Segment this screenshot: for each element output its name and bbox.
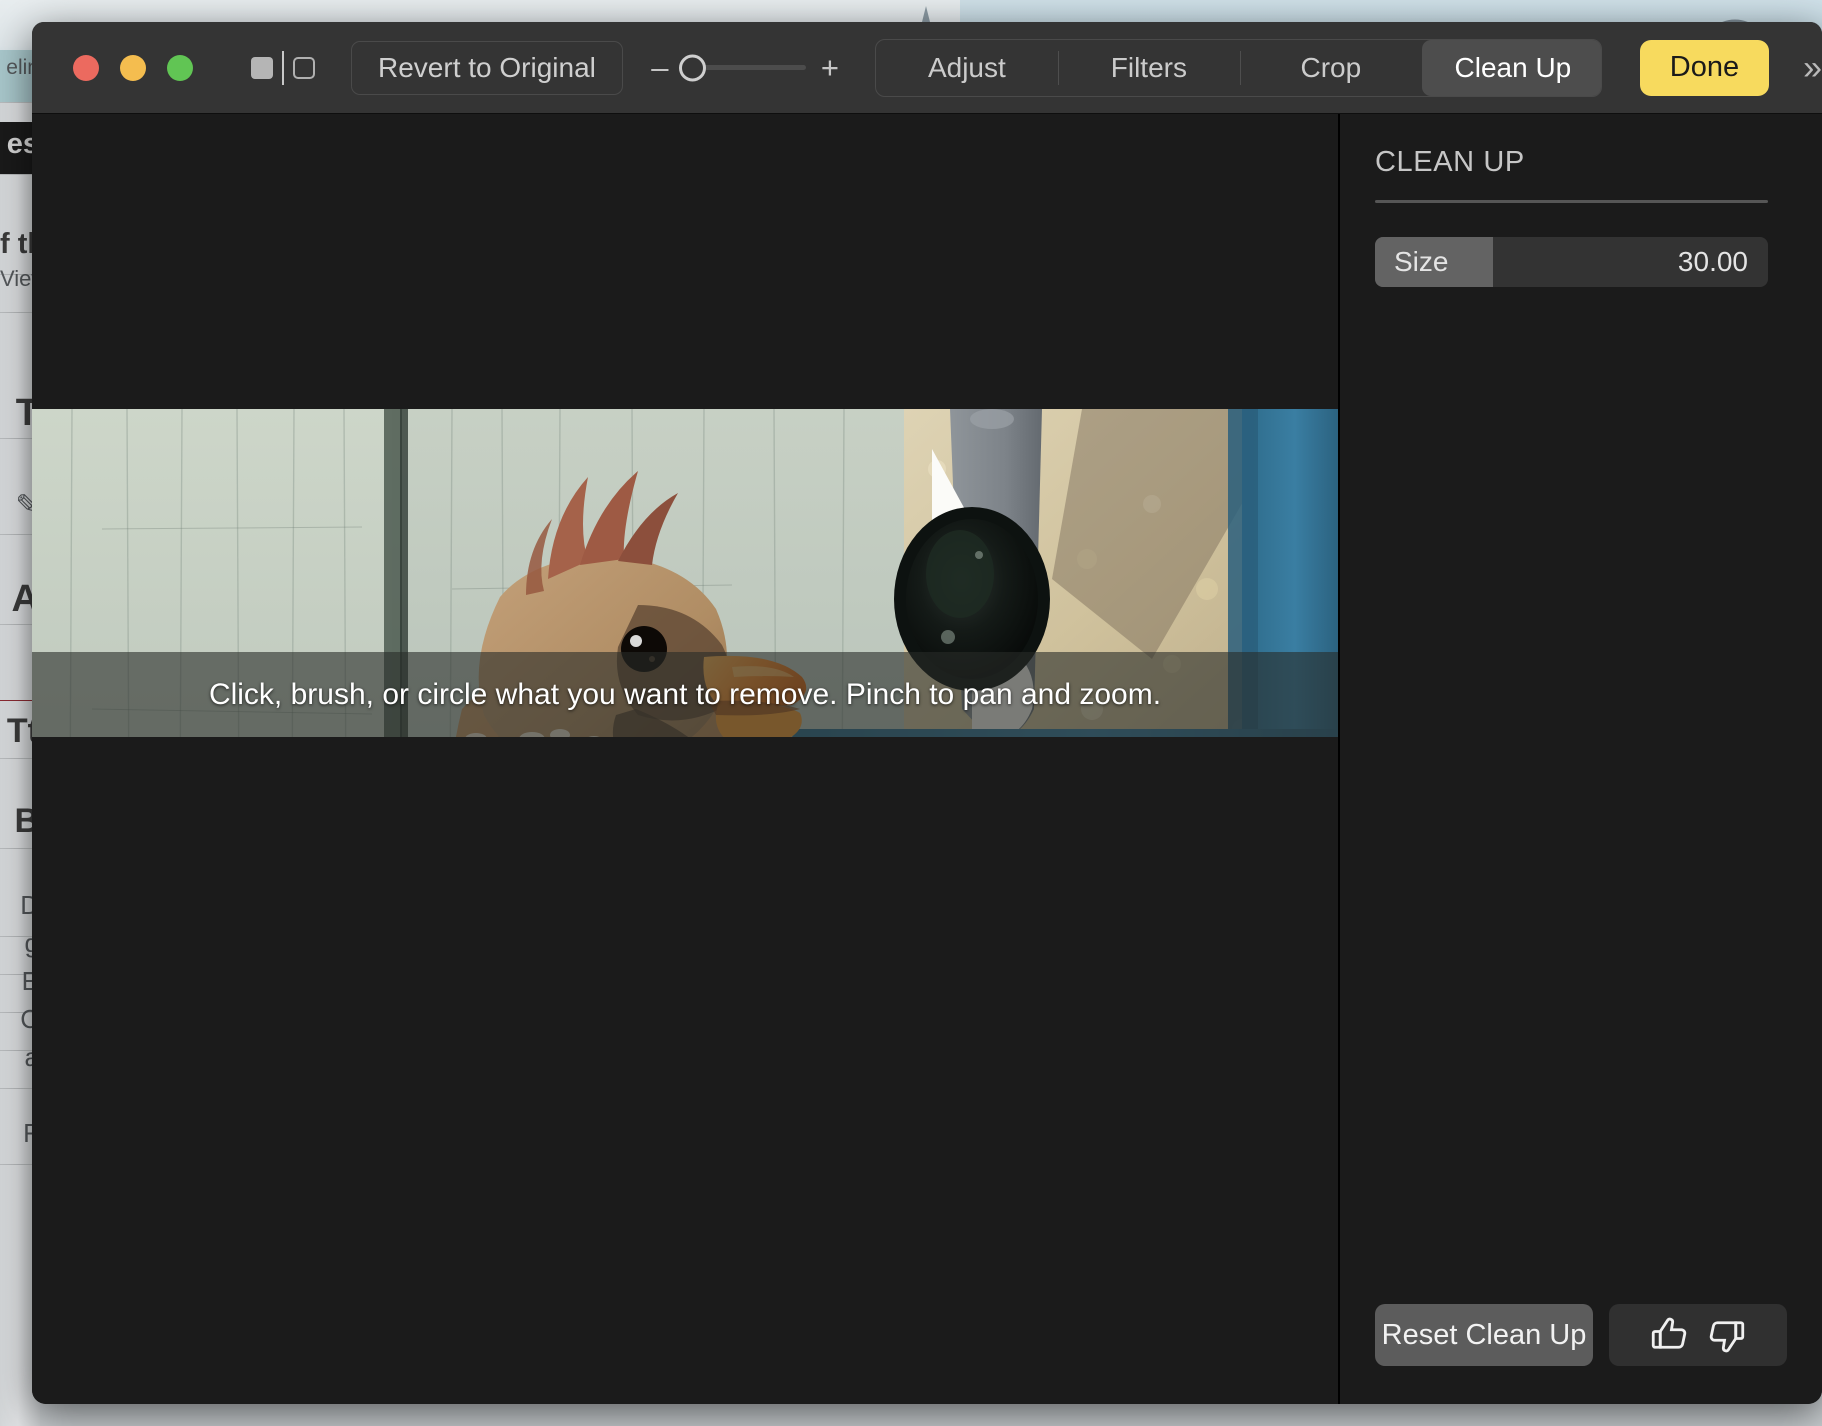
minimize-button[interactable]	[120, 54, 146, 81]
canvas-hint-overlay: Click, brush, or circle what you want to…	[32, 652, 1338, 737]
close-button[interactable]	[73, 54, 99, 81]
zoom-out-icon[interactable]: –	[651, 52, 669, 83]
editor-toolbar: Revert to Original – + Adjust Filters Crop…	[32, 22, 1822, 114]
photo-image[interactable]: Click, brush, or circle what you want to…	[32, 409, 1338, 737]
zoom-slider-track[interactable]	[678, 54, 806, 81]
editor-mode-tabs: Adjust Filters Crop Clean Up	[874, 38, 1602, 97]
image-canvas[interactable]: Click, brush, or circle what you want to…	[32, 114, 1340, 1404]
thumbs-up-icon[interactable]	[1648, 1314, 1690, 1356]
compare-outline-square-icon	[293, 56, 315, 79]
photo-editor-window: Revert to Original – + Adjust Filters Crop…	[32, 22, 1822, 1404]
maximize-button[interactable]	[167, 54, 193, 81]
thumbs-down-icon[interactable]	[1706, 1314, 1748, 1356]
feedback-group	[1609, 1304, 1787, 1366]
sidebar-divider	[1375, 200, 1768, 203]
tab-filters[interactable]: Filters	[1057, 40, 1240, 96]
tab-crop[interactable]: Crop	[1239, 40, 1422, 96]
before-after-compare-icon[interactable]	[251, 50, 315, 85]
reset-clean-up-button[interactable]: Reset Clean Up	[1375, 1304, 1593, 1366]
chevron-double-right-icon[interactable]: »	[1803, 51, 1822, 85]
compare-divider-icon	[282, 50, 284, 85]
size-slider[interactable]: Size 30.00	[1375, 237, 1768, 287]
compare-filled-square-icon	[251, 56, 273, 79]
size-slider-label: Size	[1394, 246, 1449, 277]
tab-adjust[interactable]: Adjust	[876, 40, 1058, 96]
zoom-in-icon[interactable]: +	[821, 52, 839, 83]
size-slider-value: 30.00	[1677, 246, 1748, 277]
tab-clean-up[interactable]: Clean Up	[1421, 39, 1601, 96]
revert-to-original-button[interactable]: Revert to Original	[351, 40, 623, 95]
zoom-slider-group[interactable]: – +	[651, 52, 839, 83]
zoom-slider-knob[interactable]	[678, 54, 706, 81]
done-button[interactable]: Done	[1639, 39, 1770, 96]
canvas-hint-text: Click, brush, or circle what you want to…	[208, 677, 1162, 711]
window-traffic-lights	[73, 54, 193, 81]
editor-body: Click, brush, or circle what you want to…	[32, 114, 1822, 1404]
sidebar-footer: Reset Clean Up	[1375, 1304, 1787, 1366]
sidebar-panel-title: CLEAN UP	[1375, 146, 1525, 178]
cleanup-sidebar: CLEAN UP Size 30.00 Reset Clean Up	[1340, 114, 1822, 1404]
